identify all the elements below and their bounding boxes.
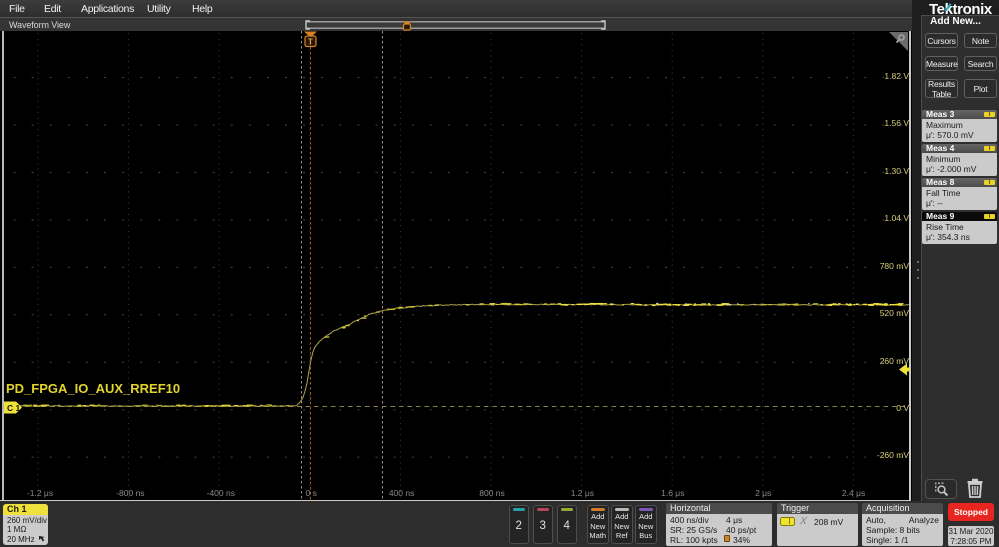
svg-text:C 1: C 1 bbox=[7, 403, 21, 413]
svg-text:T: T bbox=[308, 38, 313, 47]
